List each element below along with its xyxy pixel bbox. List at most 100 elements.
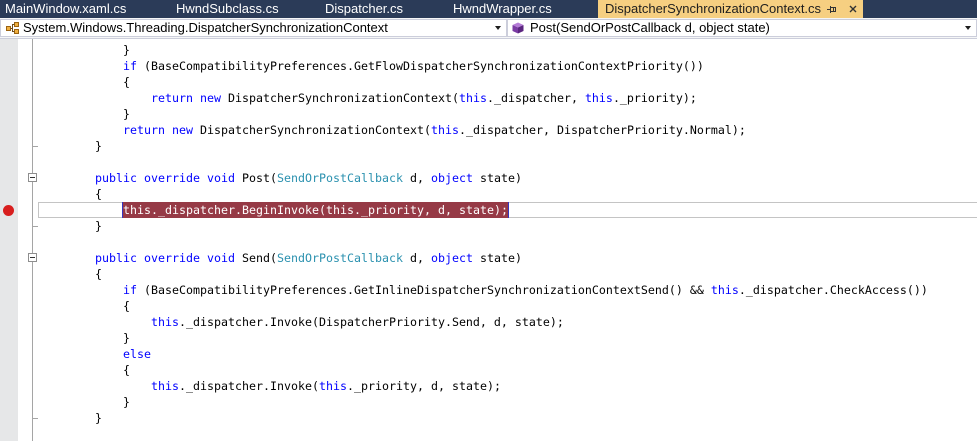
breakpoint-margin-cell[interactable]	[0, 122, 18, 138]
code-line-text[interactable]: {	[38, 74, 977, 90]
change-tracking-cell	[18, 106, 26, 122]
breakpoint-margin-cell[interactable]	[0, 234, 18, 250]
outline-margin-cell	[26, 202, 38, 218]
breakpoint-margin-cell[interactable]	[0, 58, 18, 74]
tab-mainwindow-xaml-cs[interactable]: MainWindow.xaml.cs	[5, 0, 126, 18]
code-line-text[interactable]: else	[38, 346, 977, 362]
breakpoint-margin-cell[interactable]	[0, 138, 18, 154]
tab-label: HwndSubclass.cs	[176, 1, 279, 16]
code-keyword: if	[123, 283, 137, 297]
breakpoint-margin-cell[interactable]	[0, 74, 18, 90]
outline-margin-cell	[26, 266, 38, 282]
tab-dispatchersynchronizationcontext-cs[interactable]: DispatcherSynchronizationContext.cs	[598, 0, 863, 18]
breakpoint-margin-cell[interactable]	[0, 250, 18, 266]
outline-margin-cell	[26, 282, 38, 298]
code-line-text[interactable]: if (BaseCompatibilityPreferences.GetInli…	[38, 282, 977, 298]
code-line-text[interactable]: }	[38, 218, 977, 234]
code-keyword: return	[150, 91, 193, 105]
collapse-icon[interactable]	[28, 253, 37, 262]
tab-label: MainWindow.xaml.cs	[5, 1, 127, 16]
code-line-text[interactable]: return new DispatcherSynchronizationCont…	[38, 90, 977, 106]
code-line-text[interactable]: }	[38, 394, 977, 410]
breakpoint-margin-cell[interactable]	[0, 186, 18, 202]
code-keyword: if	[123, 59, 137, 73]
code-line: {	[0, 362, 977, 378]
code-keyword: new	[199, 91, 221, 105]
pin-icon[interactable]	[827, 5, 837, 14]
chevron-down-icon[interactable]	[965, 26, 971, 30]
code-text: }	[123, 107, 130, 121]
code-line: return new DispatcherSynchronizationCont…	[0, 122, 977, 138]
code-line-text[interactable]: }	[38, 138, 977, 154]
breakpoint-margin-cell[interactable]	[0, 314, 18, 330]
chevron-down-icon[interactable]	[495, 26, 501, 30]
code-line-text[interactable]: }	[38, 410, 977, 426]
code-line-text[interactable]: }	[38, 42, 977, 58]
breakpoint-margin-cell[interactable]	[0, 298, 18, 314]
change-tracking-cell	[18, 250, 26, 266]
breakpoint-margin-cell[interactable]	[0, 202, 18, 218]
code-line-text[interactable]: }	[38, 330, 977, 346]
code-line-text[interactable]: return new DispatcherSynchronizationCont…	[38, 122, 977, 138]
code-line-text[interactable]	[38, 154, 977, 170]
code-line-text[interactable]: public override void Send(SendOrPostCall…	[38, 250, 977, 266]
code-line: }	[0, 394, 977, 410]
code-keyword: this	[150, 379, 179, 393]
change-tracking-cell	[18, 410, 26, 426]
change-tracking-cell	[18, 330, 26, 346]
outline-end-mark	[32, 226, 38, 227]
code-line-text[interactable]: {	[38, 298, 977, 314]
breakpoint-margin-cell[interactable]	[0, 106, 18, 122]
tab-dispatcher-cs[interactable]: Dispatcher.cs	[325, 0, 403, 18]
breakpoint-margin-cell[interactable]	[0, 394, 18, 410]
code-keyword: void	[207, 171, 235, 185]
breakpoint-margin-cell[interactable]	[0, 362, 18, 378]
close-icon[interactable]	[849, 5, 857, 13]
breakpoint-margin-cell[interactable]	[0, 90, 18, 106]
code-text: state)	[472, 251, 522, 265]
breakpoint-margin-cell[interactable]	[0, 378, 18, 394]
code-line-text[interactable]	[38, 234, 977, 250]
code-keyword: this	[710, 283, 739, 297]
outline-margin-cell	[26, 378, 38, 394]
member-dropdown[interactable]: Post(SendOrPostCallback d, object state)	[507, 19, 977, 37]
code-line-text[interactable]: this._dispatcher.BeginInvoke(this._prior…	[38, 202, 977, 218]
code-line-text[interactable]: this._dispatcher.Invoke(this._priority, …	[38, 378, 977, 394]
tab-hwndwrapper-cs[interactable]: HwndWrapper.cs	[453, 0, 552, 18]
code-line-text[interactable]: public override void Post(SendOrPostCall…	[38, 170, 977, 186]
change-tracking-cell	[18, 378, 26, 394]
change-tracking-cell	[18, 266, 26, 282]
code-line-text[interactable]: {	[38, 186, 977, 202]
breakpoint-margin-cell[interactable]	[0, 170, 18, 186]
breakpoint-margin-cell[interactable]	[0, 410, 18, 426]
code-type-name: SendOrPostCallback	[277, 251, 403, 265]
breakpoint-margin-cell[interactable]	[0, 282, 18, 298]
breakpoint-icon[interactable]	[3, 205, 14, 216]
code-line-text[interactable]: {	[38, 266, 977, 282]
breakpoint-margin-cell[interactable]	[0, 330, 18, 346]
code-line-text[interactable]: {	[38, 362, 977, 378]
breakpoint-margin-cell[interactable]	[0, 218, 18, 234]
code-text: {	[123, 75, 130, 89]
outline-margin-cell	[26, 122, 38, 138]
code-line-text[interactable]: }	[38, 106, 977, 122]
breakpoint-margin-cell[interactable]	[0, 266, 18, 282]
code-line-text[interactable]: this._dispatcher.Invoke(DispatcherPriori…	[38, 314, 977, 330]
breakpoint-margin-cell[interactable]	[0, 346, 18, 362]
collapse-icon[interactable]	[28, 173, 37, 182]
change-tracking-cell	[18, 346, 26, 362]
change-tracking-cell	[18, 58, 26, 74]
tab-hwndsubclass-cs[interactable]: HwndSubclass.cs	[176, 0, 279, 18]
breakpoint-margin-cell[interactable]	[0, 42, 18, 58]
breakpoint-margin-cell[interactable]	[0, 154, 18, 170]
code-line-text[interactable]: if (BaseCompatibilityPreferences.GetFlow…	[38, 58, 977, 74]
type-dropdown[interactable]: System.Windows.Threading.DispatcherSynch…	[0, 19, 507, 37]
